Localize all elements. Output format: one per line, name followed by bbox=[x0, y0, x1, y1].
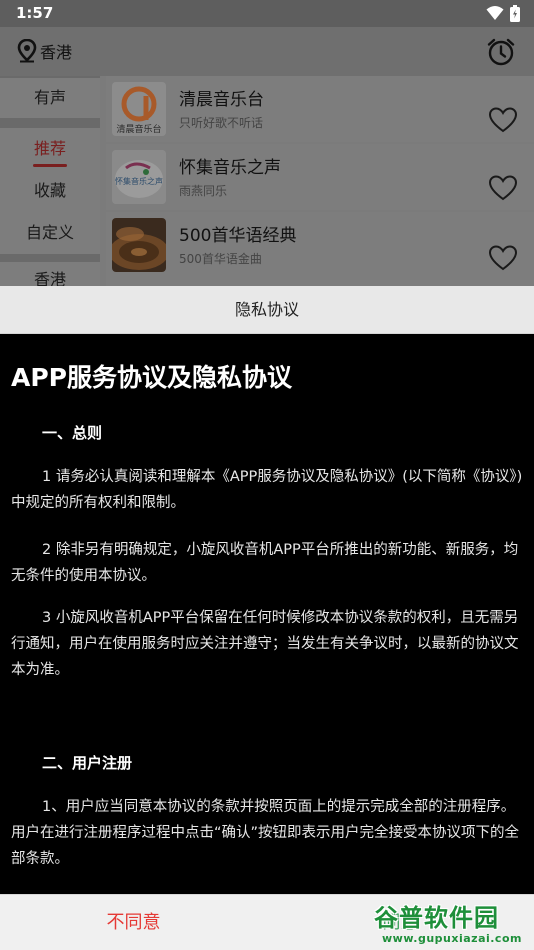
disagree-button[interactable]: 不同意 bbox=[0, 895, 267, 950]
station-logo-image: 清晨音乐台 bbox=[112, 82, 166, 136]
section-heading: 一、总则 bbox=[42, 424, 103, 442]
station-name: 500首华语经典 bbox=[179, 226, 297, 246]
svg-text:清晨音乐台: 清晨音乐台 bbox=[116, 123, 161, 135]
list-item[interactable]: 怀集音乐之声 怀集音乐之声 雨燕同乐 bbox=[106, 144, 534, 210]
category-sidebar: 有声 推荐 收藏 自定义 香港 bbox=[0, 76, 100, 292]
paragraph: 2 除非另有明确规定，小旋风收音机APP平台所推出的新功能、新服务，均无条件的使… bbox=[11, 542, 519, 584]
dialog-body[interactable]: APP服务协议及隐私协议 一、总则 1 请务必认真阅读和理解本《APP服务协议及… bbox=[0, 334, 534, 894]
station-desc: 只听好歌不听话 bbox=[179, 116, 264, 130]
station-logo-image: 怀集音乐之声 bbox=[112, 150, 166, 204]
location-selector[interactable]: 香港 bbox=[16, 39, 72, 63]
status-time: 1:57 bbox=[16, 4, 54, 22]
watermark-brand: 谷普软件园 bbox=[374, 904, 499, 932]
status-bar: 1:57 bbox=[0, 0, 534, 27]
category-group: 推荐 收藏 自定义 bbox=[0, 128, 100, 254]
station-name: 清晨音乐台 bbox=[179, 90, 264, 110]
station-desc: 500首华语金曲 bbox=[179, 252, 262, 266]
paragraph: 3 小旋风收音机APP平台保留在任何时候修改本协议条款的权利，且无需另行通知，用… bbox=[11, 610, 519, 678]
heart-icon[interactable] bbox=[488, 174, 518, 202]
category-item-recommend[interactable]: 推荐 bbox=[0, 128, 100, 170]
station-desc: 雨燕同乐 bbox=[179, 184, 228, 198]
watermark-url: www.gupuxiazai.com bbox=[382, 932, 522, 945]
heart-icon[interactable] bbox=[488, 244, 518, 272]
category-item-favorites[interactable]: 收藏 bbox=[0, 170, 100, 212]
list-item[interactable]: 清晨音乐台 清晨音乐台 只听好歌不听话 bbox=[106, 76, 534, 142]
vinyl-record-image bbox=[112, 218, 166, 272]
station-list: 清晨音乐台 清晨音乐台 只听好歌不听话 怀集音乐之声 怀集音乐之声 雨燕同乐 5… bbox=[106, 76, 534, 286]
status-icons bbox=[486, 5, 520, 22]
list-item[interactable]: 500首华语经典 500首华语金曲 bbox=[106, 212, 534, 286]
station-logo: 清晨音乐台 bbox=[112, 82, 166, 136]
alarm-clock-icon[interactable] bbox=[486, 37, 516, 67]
location-label: 香港 bbox=[40, 43, 73, 62]
battery-icon bbox=[510, 5, 520, 22]
station-logo: 怀集音乐之声 bbox=[112, 150, 166, 204]
station-name: 怀集音乐之声 bbox=[179, 158, 281, 178]
dialog-header: 隐私协议 bbox=[0, 286, 534, 334]
category-item-custom[interactable]: 自定义 bbox=[0, 212, 100, 254]
wifi-icon bbox=[486, 6, 504, 20]
heart-icon[interactable] bbox=[488, 106, 518, 134]
station-logo bbox=[112, 218, 166, 272]
paragraph: 1、用户应当同意本协议的条款并按照页面上的提示完成全部的注册程序。用户在进行注册… bbox=[11, 799, 520, 867]
paragraph: 1 请务必认真阅读和理解本《APP服务协议及隐私协议》(以下简称《协议》)中规定… bbox=[11, 469, 523, 511]
svg-text:怀集音乐之声: 怀集音乐之声 bbox=[115, 176, 163, 186]
document-title: APP服务协议及隐私协议 bbox=[11, 363, 292, 392]
top-bar: 香港 bbox=[0, 27, 534, 76]
watermark: 谷普软件园 www.gupuxiazai.com bbox=[372, 896, 534, 950]
location-pin-icon bbox=[17, 39, 37, 63]
section-heading: 二、用户注册 bbox=[42, 754, 133, 772]
category-item-audio[interactable]: 有声 bbox=[0, 78, 100, 118]
